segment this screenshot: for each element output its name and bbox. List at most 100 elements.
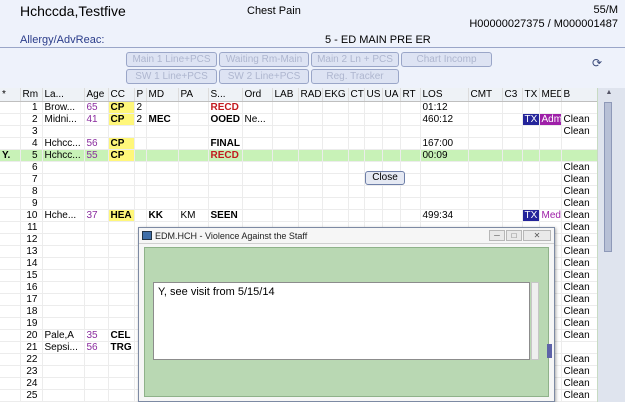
cell[interactable] <box>272 161 299 174</box>
cell-last[interactable] <box>42 125 85 138</box>
cell[interactable] <box>298 197 323 210</box>
cell-age[interactable] <box>84 353 109 366</box>
cell-rm[interactable]: 23 <box>20 365 43 378</box>
cell-cc[interactable] <box>108 161 135 174</box>
cell-md[interactable] <box>146 197 179 210</box>
cell-rm[interactable]: 1 <box>20 101 43 114</box>
cell-md[interactable]: KK <box>146 209 179 222</box>
cell-star[interactable] <box>0 221 21 234</box>
grid-scrollbar[interactable]: ▲ <box>598 88 625 402</box>
cell-b[interactable]: Clean <box>561 197 597 210</box>
cell-b[interactable]: Clean <box>561 377 597 390</box>
cell-pa[interactable] <box>178 101 209 114</box>
cell-cc[interactable]: HEA <box>108 209 135 222</box>
cell-status[interactable]: SEEN <box>208 209 243 222</box>
cell[interactable] <box>298 185 323 198</box>
cell[interactable] <box>382 125 401 138</box>
cell-age[interactable] <box>84 173 109 186</box>
cell-b[interactable]: Clean <box>561 293 597 306</box>
cell-md[interactable]: MEC <box>146 113 179 126</box>
cell-med[interactable] <box>539 185 562 198</box>
cell-tx[interactable] <box>522 185 540 198</box>
cell-p[interactable] <box>134 185 147 198</box>
cell-p[interactable] <box>134 161 147 174</box>
cell-age[interactable]: 37 <box>84 209 109 222</box>
column-header[interactable]: Age <box>84 88 109 102</box>
cell-last[interactable] <box>42 197 85 210</box>
cell[interactable] <box>364 149 383 162</box>
cell-b[interactable]: Clean <box>561 233 597 246</box>
cell[interactable] <box>322 125 349 138</box>
cell[interactable] <box>364 185 383 198</box>
cell-pa[interactable] <box>178 161 209 174</box>
cell-star[interactable] <box>0 137 21 150</box>
cell-star[interactable] <box>0 233 21 246</box>
cell-cc[interactable] <box>108 257 135 270</box>
column-header[interactable]: CC <box>108 88 135 102</box>
table-row[interactable]: 1 Brow... 65 CP 2 RECD 01:12 <box>0 101 597 114</box>
cell-b[interactable] <box>561 341 597 354</box>
cell-los[interactable]: 00:09 <box>420 149 469 162</box>
cell-cc[interactable] <box>108 233 135 246</box>
cell[interactable] <box>468 173 503 186</box>
cell-los[interactable] <box>420 173 469 186</box>
cell-p[interactable] <box>134 173 147 186</box>
cell-los[interactable] <box>420 161 469 174</box>
cell[interactable] <box>322 185 349 198</box>
cell[interactable] <box>322 209 349 222</box>
cell-ord[interactable] <box>242 161 273 174</box>
cell[interactable] <box>502 161 523 174</box>
cell-rm[interactable]: 20 <box>20 329 43 342</box>
cell-ord[interactable] <box>242 149 273 162</box>
cell-cc[interactable] <box>108 173 135 186</box>
cell[interactable] <box>348 197 365 210</box>
cell[interactable] <box>322 173 349 186</box>
cell-last[interactable] <box>42 377 85 390</box>
cell-cc[interactable] <box>108 317 135 330</box>
cell[interactable] <box>272 101 299 114</box>
cell-age[interactable] <box>84 221 109 234</box>
cell-age[interactable] <box>84 317 109 330</box>
cell-b[interactable]: Clean <box>561 113 597 126</box>
scroll-up-icon[interactable]: ▲ <box>603 89 615 101</box>
cell-p[interactable]: 2 <box>134 113 147 126</box>
cell-b[interactable] <box>561 149 597 162</box>
cell-b[interactable]: Clean <box>561 305 597 318</box>
column-header[interactable]: LOS <box>420 88 469 102</box>
cell-star[interactable] <box>0 173 21 186</box>
cell-star[interactable] <box>0 353 21 366</box>
cell-tx[interactable]: TX <box>522 209 540 222</box>
cell[interactable] <box>272 113 299 126</box>
cell[interactable] <box>272 197 299 210</box>
cell-star[interactable] <box>0 365 21 378</box>
cell-cc[interactable]: CP <box>108 101 135 114</box>
cell-status[interactable]: RECD <box>208 101 243 114</box>
cell-star[interactable] <box>0 377 21 390</box>
cell-rm[interactable]: 19 <box>20 317 43 330</box>
cell[interactable] <box>322 137 349 150</box>
cell-star[interactable]: Y. <box>0 149 21 162</box>
table-row[interactable]: 7 Clean <box>0 173 597 186</box>
cell-ord[interactable] <box>242 125 273 138</box>
cell-los[interactable] <box>420 197 469 210</box>
column-header[interactable]: CT <box>348 88 365 102</box>
cell-los[interactable]: 499:34 <box>420 209 469 222</box>
cell[interactable] <box>502 149 523 162</box>
cell-tx[interactable] <box>522 149 540 162</box>
cell-last[interactable] <box>42 293 85 306</box>
side-scroll-tab[interactable] <box>547 344 552 358</box>
chart-incomp-button[interactable]: Chart Incomp <box>401 52 492 67</box>
cell-md[interactable] <box>146 161 179 174</box>
cell-tx[interactable] <box>522 197 540 210</box>
cell-los[interactable]: 01:12 <box>420 101 469 114</box>
text-scrollbar[interactable] <box>531 282 539 360</box>
cell-last[interactable]: Pale,A <box>42 329 85 342</box>
cell[interactable] <box>298 161 323 174</box>
cell-cc[interactable] <box>108 305 135 318</box>
cell-pa[interactable] <box>178 173 209 186</box>
cell-rm[interactable]: 9 <box>20 197 43 210</box>
table-row[interactable]: 6 Clean <box>0 161 597 174</box>
cell-age[interactable] <box>84 293 109 306</box>
cell-b[interactable]: Clean <box>561 281 597 294</box>
cell-cc[interactable] <box>108 221 135 234</box>
